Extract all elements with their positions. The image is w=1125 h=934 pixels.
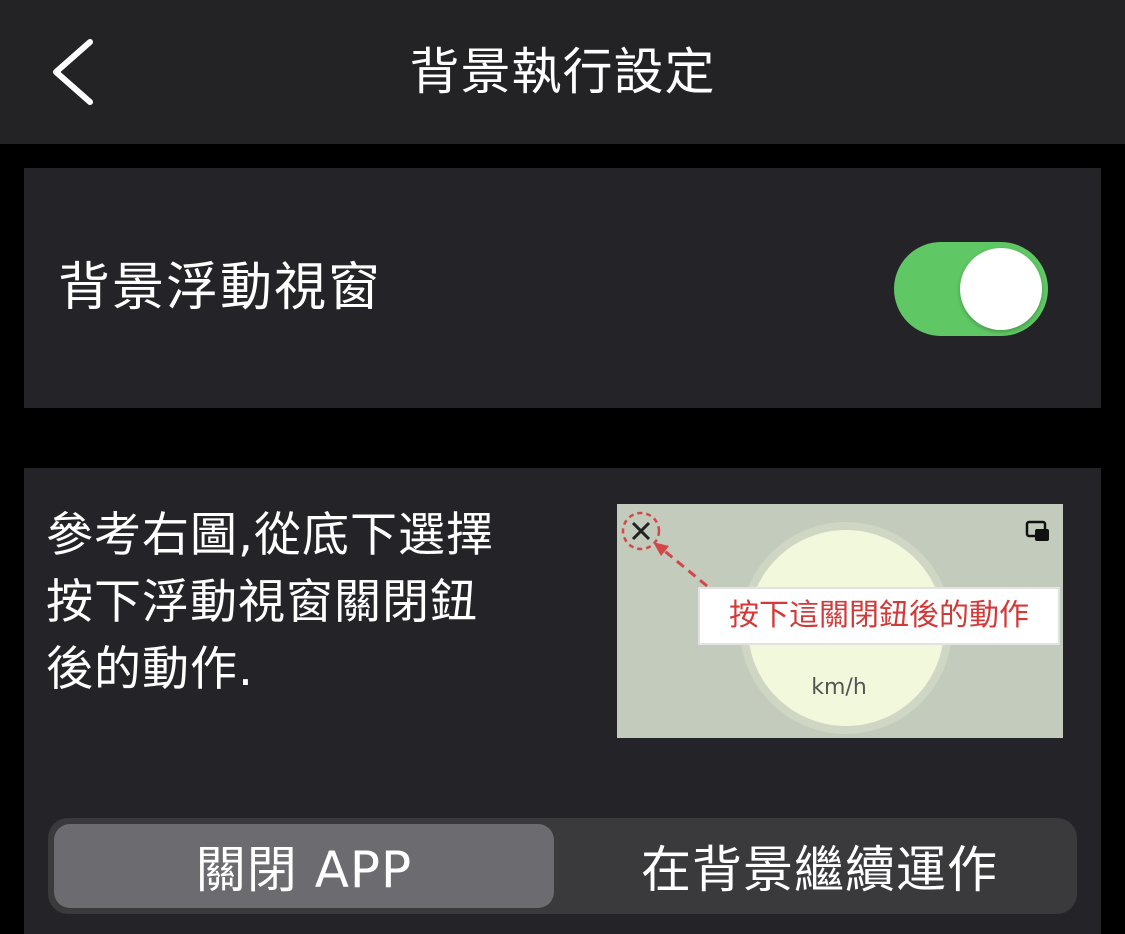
description-line: 後的動作. [46, 642, 254, 697]
floating-window-preview-image: 按下這關閉鈕後的動作 km/h [617, 504, 1063, 738]
close-action-description: 參考右圖,從底下選擇 按下浮動視窗關閉鈕 後的動作. [46, 502, 586, 703]
option-keep-running-in-background[interactable]: 在背景繼續運作 [568, 824, 1071, 908]
annotation-text: 按下這關閉鈕後的動作 [729, 598, 1029, 633]
toggle-knob [960, 248, 1042, 330]
speed-unit-label: km/h [811, 675, 867, 700]
floating-window-label: 背景浮動視窗 [58, 258, 383, 318]
navigation-bar: 背景執行設定 [0, 0, 1125, 144]
floating-window-setting-row: 背景浮動視窗 [24, 168, 1101, 408]
description-line: 按下浮動視窗關閉鈕 [46, 575, 478, 630]
option-close-app[interactable]: 關閉 APP [54, 824, 554, 908]
close-action-setting-card: 參考右圖,從底下選擇 按下浮動視窗關閉鈕 後的動作. 按下這關閉鈕後的動作 km… [24, 468, 1101, 934]
close-action-segmented-control: 關閉 APP 在背景繼續運作 [48, 818, 1077, 914]
description-line: 參考右圖,從底下選擇 [46, 508, 494, 563]
floating-window-toggle[interactable] [894, 242, 1048, 336]
page-title: 背景執行設定 [409, 43, 716, 101]
